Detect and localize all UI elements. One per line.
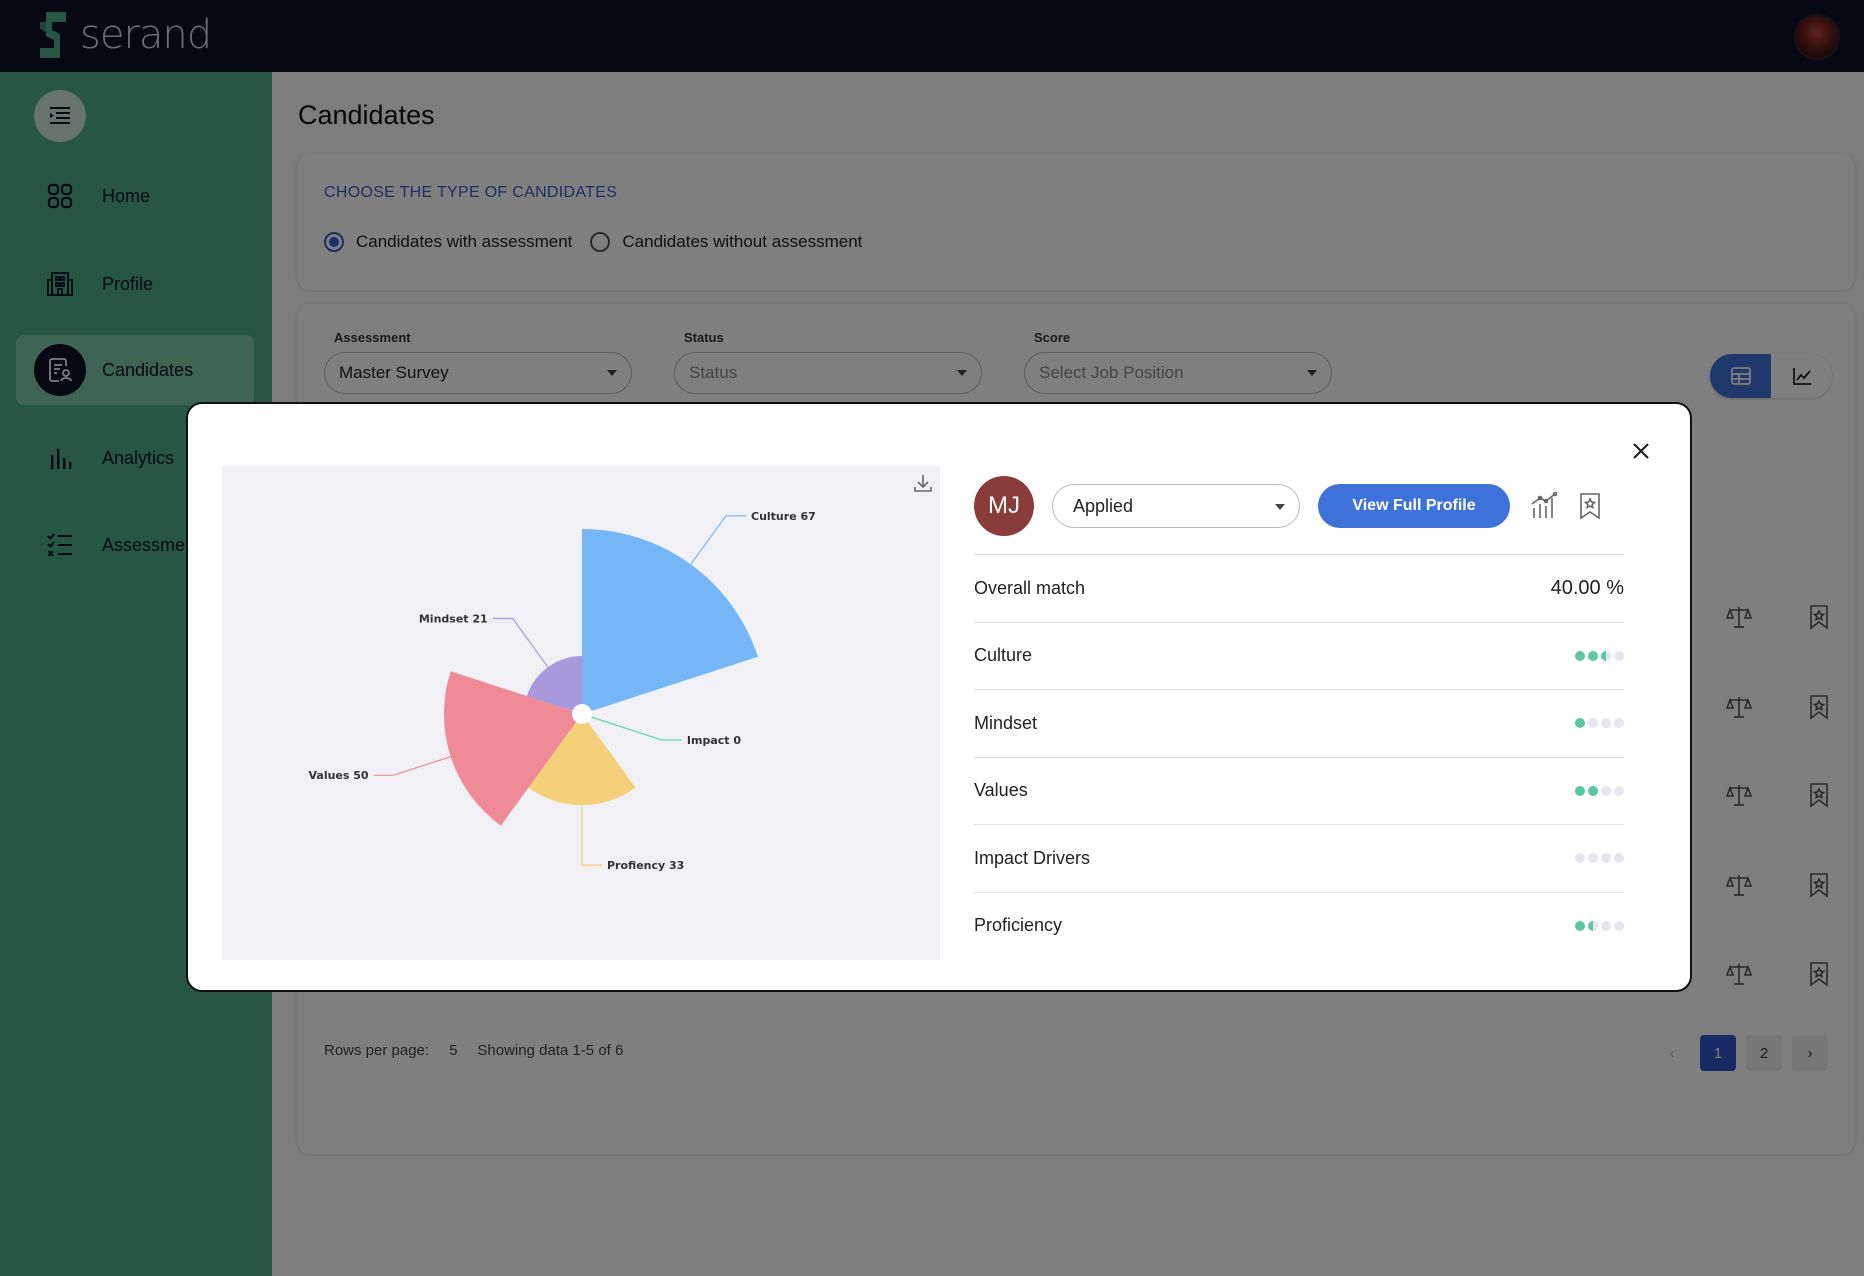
level-dot: [1601, 650, 1611, 661]
metric-values: Values: [974, 756, 1624, 825]
metric-proficiency: Proficiency: [974, 891, 1624, 960]
bookmark-icon[interactable]: [1574, 490, 1606, 522]
metric-label: Culture: [974, 645, 1033, 666]
level-dot: [1588, 650, 1598, 661]
metric-label: Proficiency: [974, 915, 1063, 936]
rose-label-culture: Culture 67: [751, 510, 816, 523]
close-button[interactable]: [1626, 436, 1656, 466]
level-dot: [1575, 650, 1585, 661]
metric-mindset: Mindset: [974, 689, 1624, 757]
level-dot: [1614, 650, 1624, 661]
chevron-down-icon: [1275, 504, 1285, 510]
match-metrics-list: Overall match 40.00 % Culture Mindset Va…: [974, 554, 1624, 959]
level-dots: [1575, 650, 1624, 661]
level-dot: [1588, 718, 1598, 729]
level-dot: [1575, 853, 1585, 864]
level-dot: [1614, 920, 1624, 931]
metric-label: Values: [974, 780, 1028, 801]
candidate-header: MJ Applied View Full Profile: [974, 476, 1624, 536]
level-dot: [1588, 853, 1598, 864]
candidate-status-value: Applied: [1073, 495, 1134, 516]
rose-center: [572, 704, 592, 724]
metric-label: Overall match: [974, 577, 1086, 598]
level-dot: [1588, 785, 1598, 796]
download-icon[interactable]: [912, 472, 934, 494]
rose-leader-line: [589, 715, 682, 741]
level-dot: [1614, 853, 1624, 864]
level-dot: [1575, 718, 1585, 729]
metric-label: Impact Drivers: [974, 847, 1091, 868]
rose-chart: Culture 67 Impact 0 Profiency 33 Values 50 M…: [309, 510, 816, 872]
rose-slice-culture[interactable]: [582, 529, 758, 714]
level-dots: [1575, 785, 1624, 796]
level-dot: [1614, 785, 1624, 796]
level-dot: [1575, 785, 1585, 796]
rose-label-mindset: Mindset 21: [419, 613, 488, 626]
close-icon: [1633, 443, 1649, 459]
level-dots: [1575, 853, 1624, 864]
level-dots: [1575, 920, 1624, 931]
level-dots: [1575, 718, 1624, 729]
level-dot: [1575, 920, 1585, 931]
candidate-avatar: MJ: [974, 476, 1034, 536]
level-dot: [1601, 920, 1611, 931]
overall-match-value: 40.00 %: [1550, 576, 1624, 599]
level-dot: [1588, 920, 1598, 931]
view-full-profile-button[interactable]: View Full Profile: [1318, 484, 1510, 528]
score-chart-icon[interactable]: [1528, 490, 1560, 522]
level-dot: [1601, 785, 1611, 796]
rose-label-values: Values 50: [309, 769, 369, 782]
metric-label: Mindset: [974, 712, 1038, 733]
level-dot: [1601, 853, 1611, 864]
rose-label-proficiency: Profiency 33: [607, 859, 684, 872]
candidate-status-select[interactable]: Applied: [1052, 484, 1300, 528]
candidate-detail-modal: Culture 67 Impact 0 Profiency 33 Values 50 M…: [186, 402, 1692, 992]
rose-chart-panel: Culture 67 Impact 0 Profiency 33 Values 50 M…: [222, 466, 940, 960]
level-dot: [1614, 718, 1624, 729]
metric-impact-drivers: Impact Drivers: [974, 824, 1624, 892]
metric-culture: Culture: [974, 621, 1624, 690]
metric-overall-match: Overall match 40.00 %: [974, 554, 1624, 622]
level-dot: [1601, 718, 1611, 729]
rose-label-impact: Impact 0: [687, 734, 741, 747]
